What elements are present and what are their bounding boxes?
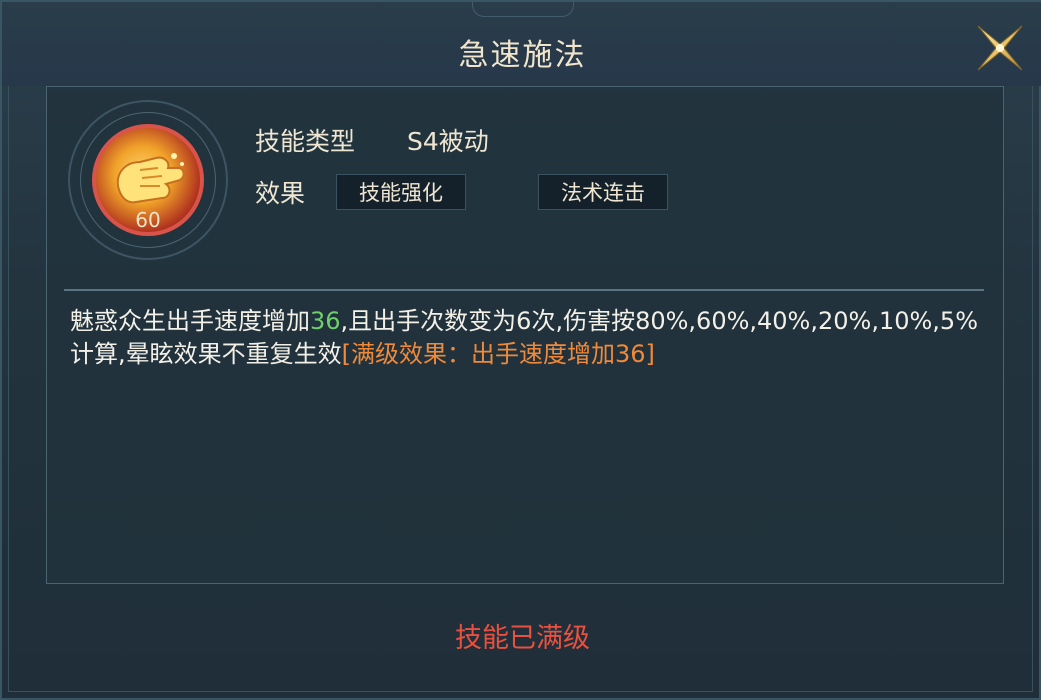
skill-level-badge: 60 [135, 208, 161, 232]
max-level-status: 技能已满级 [455, 623, 590, 654]
effect-tag-skill-enhance[interactable]: 技能强化 [336, 174, 466, 210]
dialog-title: 急速施法 [458, 38, 587, 73]
skill-detail-dialog: 急速施法 60 技能类型 S4被动 效果 技能强化 法术连击 魅惑众生出手速度增… [0, 0, 1041, 700]
effect-tag-spell-combo[interactable]: 法术连击 [538, 174, 668, 210]
close-button[interactable] [972, 20, 1028, 76]
skill-icon-frame[interactable]: 60 [68, 100, 228, 260]
skill-description: 魅惑众生出手速度增加36,且出手次数变为6次,伤害按80%,60%,40%,20… [70, 305, 990, 371]
skill-type-value: S4被动 [407, 127, 489, 156]
skill-type-label: 技能类型 [255, 127, 356, 156]
full-level-effect: [满级效果：出手速度增加36] [341, 340, 655, 368]
close-x-icon [977, 25, 1023, 71]
description-text-1: 魅惑众生出手速度增加 [70, 307, 310, 335]
header-ornament [472, 2, 574, 17]
speed-bonus-value: 36 [310, 307, 341, 335]
section-divider [64, 289, 984, 291]
effect-label: 效果 [255, 179, 306, 208]
